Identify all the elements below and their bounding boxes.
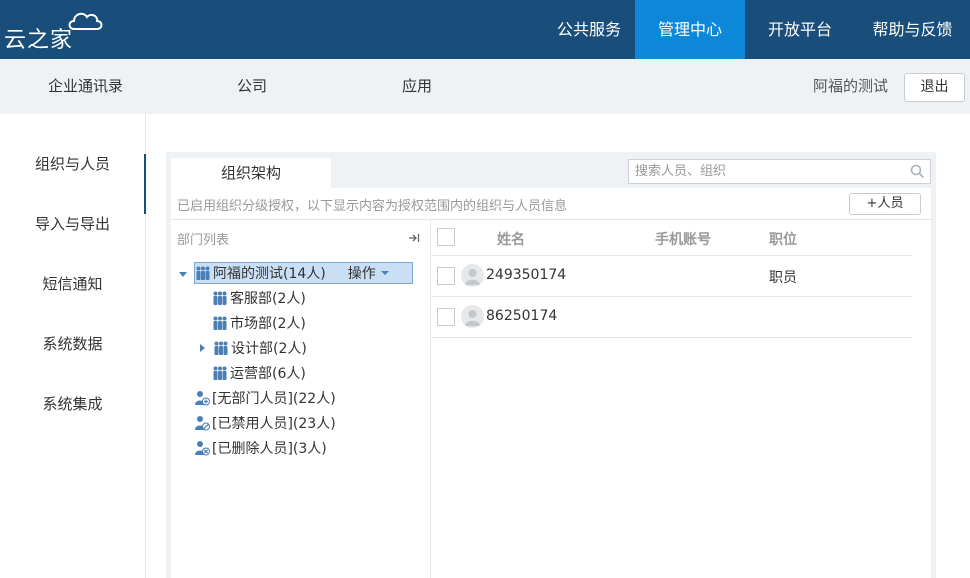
tree-item-customer-service[interactable]: 客服部(2人) [212, 287, 306, 309]
user-add-icon [195, 391, 210, 406]
topnav-admin-center[interactable]: 管理中心 [635, 0, 745, 59]
search-box [628, 159, 931, 184]
cloud-icon [68, 12, 103, 30]
top-navigation-bar: 云之家 公共服务 管理中心 开放平台 帮助与反馈 [0, 0, 970, 59]
select-all-checkbox[interactable] [437, 228, 455, 246]
topnav-help-feedback[interactable]: 帮助与反馈 [855, 0, 970, 59]
sidebar-item-org-people[interactable]: 组织与人员 [0, 134, 146, 214]
search-input[interactable] [629, 160, 899, 183]
department-icon [213, 366, 227, 380]
collapse-panel-icon[interactable] [408, 232, 420, 244]
left-sidebar: 组织与人员 导入与导出 短信通知 系统数据 系统集成 [0, 114, 146, 578]
add-person-button[interactable]: +人员 [849, 193, 921, 215]
user-deleted-icon [195, 441, 210, 456]
dept-list-header: 部门列表 [177, 233, 230, 248]
sidebar-item-system-integration[interactable]: 系统集成 [0, 374, 145, 434]
tree-root-action[interactable]: 操作 [348, 263, 376, 283]
tab-org-structure[interactable]: 组织架构 [171, 158, 331, 188]
topnav-open-platform[interactable]: 开放平台 [745, 0, 855, 59]
tree-item-marketing[interactable]: 市场部(2人) [212, 312, 306, 334]
logout-button[interactable]: 退出 [904, 73, 965, 102]
tree-item-root[interactable]: 阿福的测试(14人) 操作 [194, 262, 413, 284]
subnav-contacts[interactable]: 企业通讯录 [48, 59, 123, 114]
member-name[interactable]: 249350174 [486, 267, 566, 283]
tree-item-label: 设计部(2人) [231, 341, 307, 357]
sub-navigation-bar: 企业通讯录 公司 应用 阿福的测试 [0, 59, 970, 114]
tree-item-label: 运营部(6人) [230, 366, 306, 382]
avatar [461, 264, 484, 287]
tree-item-label: [已禁用人员](23人) [212, 416, 336, 432]
user-avatar-icon [465, 269, 480, 285]
row-checkbox[interactable] [437, 267, 455, 285]
tree-item-label: 市场部(2人) [230, 316, 306, 332]
header-divider [171, 219, 931, 220]
department-icon [196, 266, 210, 280]
current-user-name: 阿福的测试 [812, 77, 888, 95]
tree-root-label: 阿福的测试(14人) [213, 266, 326, 282]
brand-logo[interactable]: 云之家 [4, 8, 114, 53]
chevron-down-icon[interactable] [380, 269, 390, 277]
tree-item-label: [无部门人员](22人) [212, 391, 336, 407]
row-checkbox[interactable] [437, 308, 455, 326]
member-name[interactable]: 86250174 [486, 308, 557, 324]
member-title: 职员 [769, 270, 797, 286]
user-disabled-icon [195, 416, 210, 431]
column-header-name: 姓名 [497, 232, 525, 248]
avatar [461, 305, 484, 328]
subnav-company[interactable]: 公司 [237, 59, 267, 114]
tree-item-label: 客服部(2人) [230, 291, 306, 307]
row-divider [431, 296, 912, 297]
tree-item-design[interactable]: 设计部(2人) [197, 337, 307, 359]
caret-down-icon[interactable] [178, 269, 188, 279]
sidebar-item-system-data[interactable]: 系统数据 [0, 314, 145, 374]
authorization-notice: 已启用组织分级授权，以下显示内容为授权范围内的组织与人员信息 [177, 199, 568, 214]
tree-item-operations[interactable]: 运营部(6人) [212, 362, 306, 384]
subnav-apps[interactable]: 应用 [402, 59, 432, 114]
tree-item-deleted-users[interactable]: [已删除人员](3人) [194, 437, 327, 459]
tree-root-toggle[interactable] [178, 263, 194, 285]
sidebar-item-sms-notice[interactable]: 短信通知 [0, 254, 145, 314]
column-header-title: 职位 [769, 232, 797, 248]
column-header-phone: 手机账号 [655, 232, 711, 248]
sidebar-item-import-export[interactable]: 导入与导出 [0, 194, 145, 254]
search-icon[interactable] [910, 164, 925, 179]
user-avatar-icon [465, 310, 480, 326]
department-icon [213, 316, 227, 330]
department-icon [213, 291, 227, 305]
topnav-public-services[interactable]: 公共服务 [543, 0, 635, 59]
top-nav-menu: 公共服务 管理中心 开放平台 帮助与反馈 [543, 0, 970, 59]
column-divider [430, 219, 431, 578]
caret-right-icon[interactable] [197, 343, 207, 353]
tree-item-disabled-users[interactable]: [已禁用人员](23人) [194, 412, 336, 434]
tree-item-no-department[interactable]: [无部门人员](22人) [194, 387, 336, 409]
department-icon [214, 341, 228, 355]
logo-text: 云之家 [4, 28, 74, 53]
list-header-divider [431, 255, 912, 256]
tree-item-label: [已删除人员](3人) [212, 441, 327, 457]
row-divider [431, 337, 912, 338]
